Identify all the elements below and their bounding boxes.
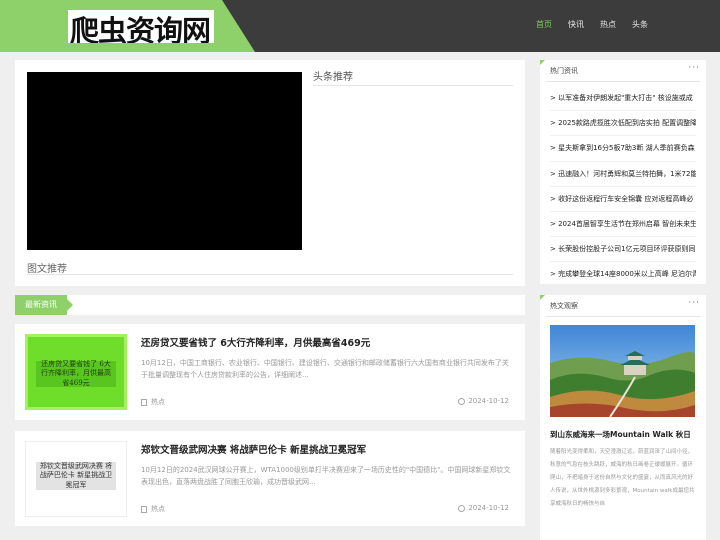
article-thumbnail[interactable]: 郑钦文晋级武网决赛 将战萨巴伦卡 新星挑战卫冕冠军 <box>25 441 127 517</box>
article-thumbnail[interactable]: 还房贷又要省钱了 6大行齐降利率，月供最高省469元 <box>25 334 127 410</box>
nav-item-news-flash[interactable]: 快讯 <box>568 19 584 33</box>
hot-news-list: > 以军准备对伊朗发起"重大打击" 核设施或成 > 2025款路虎揽胜次低配到店… <box>550 86 696 288</box>
thumbnail-text: 郑钦文晋级武网决赛 将战萨巴伦卡 新星挑战卫冕冠军 <box>36 462 116 490</box>
main-nav: 首页 快讯 热点 头条 <box>536 19 664 33</box>
featured-title: 热文观察 <box>550 302 578 310</box>
corner-mark <box>540 60 545 65</box>
logo-text: 爬虫资询网 <box>70 14 211 43</box>
date-label: 2024-10-12 <box>468 397 509 405</box>
headline-title: 头条推荐 <box>313 72 353 83</box>
site-header: 爬虫资询网 首页 快讯 热点 头条 <box>0 0 720 52</box>
latest-news-bar: 最新资讯 <box>15 295 525 315</box>
site-logo[interactable]: 爬虫资询网 <box>68 10 214 43</box>
tag-label: 热点 <box>151 505 165 513</box>
featured-panel: 热文观察 ··· 到山东威海来一场Mountain Walk 秋日 随着阳光变得… <box>540 295 706 540</box>
landscape-illustration <box>550 325 695 417</box>
thumbnail-text: 还房贷又要省钱了 6大行齐降利率，月供最高省469元 <box>36 360 116 387</box>
article-date: 2024-10-12 <box>458 504 509 512</box>
list-item[interactable]: > 迅速融入！河村勇辉和莫兰特拍舞，1米72能 <box>550 162 696 187</box>
divider <box>313 85 513 86</box>
hot-news-title: 热门资讯 <box>550 67 578 75</box>
featured-image[interactable] <box>550 325 695 417</box>
list-item[interactable]: > 收好这份返程行车安全锦囊 应对返程高峰必 <box>550 187 696 212</box>
hot-news-panel: 热门资讯 ··· > 以军准备对伊朗发起"重大打击" 核设施或成 > 2025款… <box>540 60 706 288</box>
article-date: 2024-10-12 <box>458 397 509 405</box>
article-title[interactable]: 还房贷又要省钱了 6大行齐降利率，月供最高省469元 <box>141 335 370 349</box>
tuwen-label: 图文推荐 <box>27 264 67 275</box>
nav-item-hot[interactable]: 热点 <box>600 19 616 33</box>
nav-item-headline[interactable]: 头条 <box>632 19 648 33</box>
nav-item-home[interactable]: 首页 <box>536 19 552 33</box>
list-item[interactable]: > 以军准备对伊朗发起"重大打击" 核设施或成 <box>550 86 696 112</box>
headline-media[interactable] <box>27 72 302 250</box>
divider <box>546 316 700 317</box>
date-label: 2024-10-12 <box>468 504 509 512</box>
featured-article-summary: 随着阳光变得柔和，天空澄澈辽远，蔚蓝润泽了山间小径，秋意的气息在枝头跳跃，威海的… <box>550 449 695 507</box>
headline-panel: 头条推荐 图文推荐 <box>15 60 525 286</box>
article-card: 还房贷又要省钱了 6大行齐降利率，月供最高省469元 还房贷又要省钱了 6大行齐… <box>15 324 525 420</box>
list-item[interactable]: > 完成攀登全球14座8000米以上高峰 尼泊尔青 <box>550 262 696 288</box>
more-button[interactable]: ··· <box>688 63 700 73</box>
clock-icon <box>458 397 466 405</box>
article-summary: 10月12日，中国工商银行、农业银行、中国银行、建设银行、交通银行和邮政储蓄银行… <box>141 359 509 379</box>
article-tag[interactable]: 热点 <box>141 397 165 407</box>
tab-latest-news[interactable]: 最新资讯 <box>15 295 73 315</box>
list-item[interactable]: > 2025款路虎揽胜次低配到店实拍 配置调整降 <box>550 111 696 137</box>
corner-mark <box>540 295 545 300</box>
article-tag[interactable]: 热点 <box>141 504 165 514</box>
tag-icon <box>141 398 147 406</box>
tag-icon <box>141 505 147 513</box>
tag-label: 热点 <box>151 398 165 406</box>
featured-article-title[interactable]: 到山东威海来一场Mountain Walk 秋日 <box>550 429 691 440</box>
article-title[interactable]: 郑钦文晋级武网决赛 将战萨巴伦卡 新星挑战卫冕冠军 <box>141 442 366 456</box>
list-item[interactable]: > 长荣股份控股子公司1亿元项目环评获原则同 <box>550 237 696 263</box>
article-card: 郑钦文晋级武网决赛 将战萨巴伦卡 新星挑战卫冕冠军 郑钦文晋级武网决赛 将战萨巴… <box>15 431 525 526</box>
article-summary: 10月12日的2024武汉网球公开赛上，WTA1000级别单打半决赛迎来了一场历… <box>141 466 511 486</box>
divider <box>27 274 513 275</box>
list-item[interactable]: > 星夫斯拿到16分5板7助3断 湖人季前赛负森 <box>550 136 696 162</box>
more-button[interactable]: ··· <box>688 298 700 308</box>
list-item[interactable]: > 2024首届智享生活节在郑州启幕 智创未来生 <box>550 212 696 238</box>
clock-icon <box>458 504 466 512</box>
divider <box>546 81 700 82</box>
